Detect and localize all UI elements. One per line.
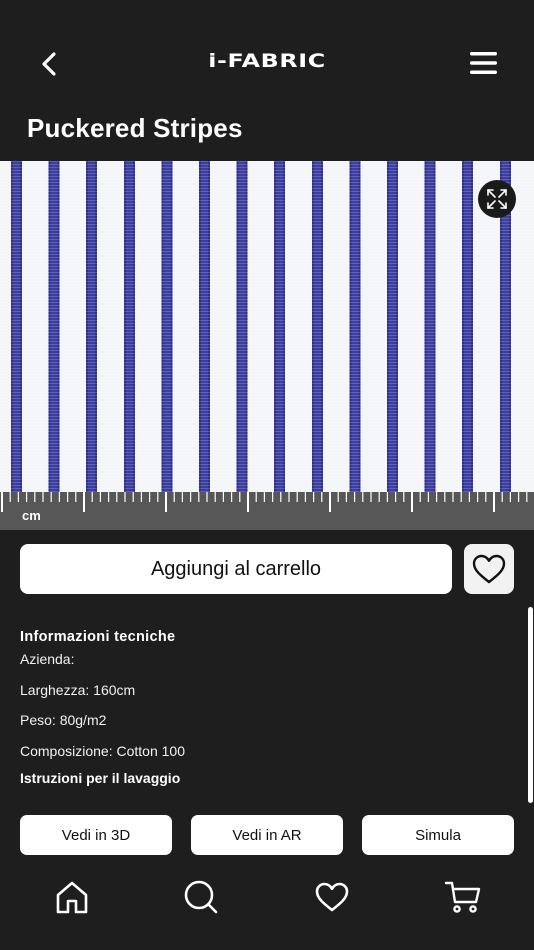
hamburger-menu-icon bbox=[470, 52, 497, 74]
company-info: Azienda: bbox=[20, 651, 75, 667]
heart-icon bbox=[315, 882, 349, 912]
ruler-ticks bbox=[1, 492, 528, 512]
expand-arrows-icon bbox=[487, 189, 507, 209]
app-logo: i-FABRIC bbox=[208, 50, 326, 72]
composition-info: Composizione: Cotton 100 bbox=[20, 743, 185, 759]
favorite-button[interactable] bbox=[464, 544, 514, 594]
tab-home[interactable] bbox=[52, 876, 92, 918]
search-icon bbox=[184, 880, 218, 914]
expand-button[interactable] bbox=[478, 180, 516, 218]
width-info: Larghezza: 160cm bbox=[20, 682, 136, 698]
measurement-ruler: cm bbox=[0, 492, 534, 530]
heart-outline-icon bbox=[472, 554, 506, 584]
home-icon bbox=[56, 881, 88, 914]
ruler-unit-label: cm bbox=[22, 508, 41, 523]
weight-info: Peso: 80g/m2 bbox=[20, 712, 107, 728]
tab-favorites[interactable] bbox=[312, 876, 352, 918]
view-3d-button[interactable]: Vedi in 3D bbox=[20, 815, 172, 855]
top-bar: i-FABRIC bbox=[0, 0, 534, 110]
scrollbar[interactable] bbox=[528, 607, 533, 803]
washing-instructions-link[interactable]: Istruzioni per il lavaggio bbox=[20, 770, 180, 786]
view-ar-button[interactable]: Vedi in AR bbox=[191, 815, 343, 855]
tab-cart[interactable] bbox=[443, 876, 483, 918]
simulate-button[interactable]: Simula bbox=[362, 815, 514, 855]
cart-icon bbox=[444, 881, 481, 913]
technical-info-heading: Informazioni tecniche bbox=[20, 629, 176, 645]
menu-button[interactable] bbox=[468, 48, 500, 78]
add-to-cart-button[interactable]: Aggiungi al carrello bbox=[20, 544, 452, 594]
page-title: Puckered Stripes bbox=[27, 113, 243, 143]
fabric-preview-image[interactable] bbox=[0, 161, 534, 492]
tab-search[interactable] bbox=[181, 876, 221, 918]
